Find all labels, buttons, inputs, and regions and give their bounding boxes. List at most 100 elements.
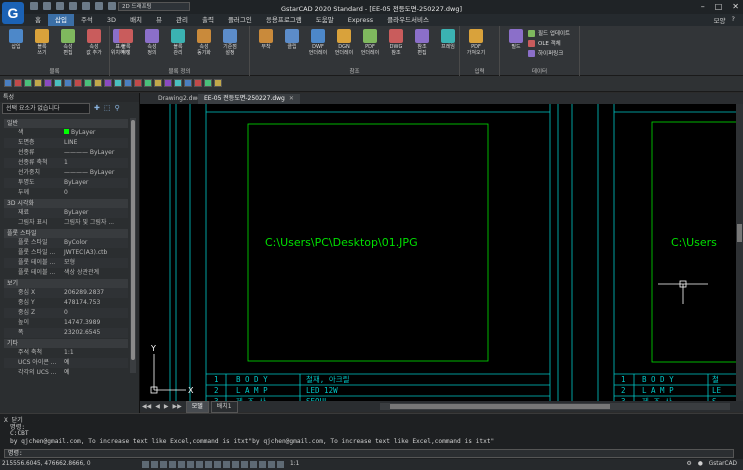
property-section-header[interactable]: 일반	[4, 119, 128, 128]
ribbon-button[interactable]: 프레임	[436, 29, 460, 50]
property-row[interactable]: 그림자 표시 그림자 및 그림자 ...	[4, 218, 128, 228]
quick-select-icon[interactable]: ⚲	[115, 104, 120, 112]
ribbon-tab[interactable]: 3D	[100, 14, 123, 26]
command-input[interactable]: 명령:	[4, 449, 734, 458]
horizontal-scrollbar[interactable]	[380, 403, 730, 410]
status-toggle-icon[interactable]	[160, 461, 167, 468]
toolbar-icon[interactable]	[124, 79, 132, 87]
property-row[interactable]: 플롯 테이블 ... 색상 상관관계	[4, 268, 128, 278]
toolbar-icon[interactable]	[84, 79, 92, 87]
ribbon-button[interactable]: 부착	[254, 29, 278, 50]
property-row[interactable]: 높이 14747.3989	[4, 318, 128, 328]
property-row[interactable]: 중심 Y 478174.753	[4, 298, 128, 308]
property-section-header[interactable]: 보기	[4, 279, 128, 288]
ribbon-tab[interactable]: 뷰	[149, 14, 169, 26]
toolbar-icon[interactable]	[114, 79, 122, 87]
status-toggle-icon[interactable]	[241, 461, 248, 468]
toolbar-icon[interactable]	[104, 79, 112, 87]
ribbon-button[interactable]: 속성 정의	[140, 29, 164, 56]
toolbar-icon[interactable]	[204, 79, 212, 87]
help-icon[interactable]: ?	[732, 15, 735, 25]
toolbar-icon[interactable]	[214, 79, 222, 87]
status-toggle-icon[interactable]	[187, 461, 194, 468]
toolbar-icon[interactable]	[64, 79, 72, 87]
settings-icon[interactable]: ⚙	[687, 459, 692, 470]
ribbon-button[interactable]: DWG 참조	[384, 29, 408, 56]
status-toggle-icon[interactable]	[142, 461, 149, 468]
property-row[interactable]: 주석 축척 1:1	[4, 348, 128, 358]
layout-tab[interactable]: 배치1	[210, 400, 238, 413]
toolbar-icon[interactable]	[194, 79, 202, 87]
status-toggle-icon[interactable]	[214, 461, 221, 468]
status-toggle-icon[interactable]	[268, 461, 275, 468]
prev-tab-icon[interactable]: ◀	[153, 403, 162, 410]
document-tab[interactable]: EE-05 전등도면-250227.dwg ✕	[198, 94, 300, 104]
toolbar-icon[interactable]	[134, 79, 142, 87]
ribbon-tab[interactable]: 주석	[74, 14, 100, 26]
first-tab-icon[interactable]: ◀◀	[140, 403, 153, 410]
layout-tab[interactable]: 모델	[185, 400, 209, 413]
property-row[interactable]: 중심 X 206289.2837	[4, 288, 128, 298]
notification-icon[interactable]: ●	[698, 459, 703, 470]
maximize-icon[interactable]: □	[715, 2, 723, 11]
property-row[interactable]: 재료 ByLayer	[4, 208, 128, 218]
ribbon-tab[interactable]: 배치	[123, 14, 149, 26]
drawing-canvas[interactable]: C:\Users\PC\Desktop\01.JPG C:\Users 1 B O…	[140, 104, 736, 401]
status-toggle-icon[interactable]	[250, 461, 257, 468]
ribbon-tab[interactable]: 출력	[195, 14, 221, 26]
close-icon[interactable]: ✕	[732, 2, 739, 11]
property-row[interactable]: 투명도 ByLayer	[4, 178, 128, 188]
toolbar-icon[interactable]	[24, 79, 32, 87]
status-toggle-icon[interactable]	[196, 461, 203, 468]
property-row[interactable]: 각각의 UCS ... 예	[4, 368, 128, 378]
property-row[interactable]: UCS 아이콘 ... 예	[4, 358, 128, 368]
minimize-icon[interactable]: –	[701, 2, 705, 11]
toolbar-icon[interactable]	[14, 79, 22, 87]
toolbar-icon[interactable]	[74, 79, 82, 87]
ribbon-tab[interactable]: 응용프로그램	[259, 14, 309, 26]
status-toggle-icon[interactable]	[259, 461, 266, 468]
property-row[interactable]: 도면층 LINE	[4, 138, 128, 148]
property-row[interactable]: 플롯 스타일 ... JWTEC(A3).ctb	[4, 248, 128, 258]
ribbon-button[interactable]: 블록 작성	[114, 29, 138, 56]
toolbar-icon[interactable]	[4, 79, 12, 87]
status-toggle-icon[interactable]	[223, 461, 230, 468]
ribbon-tab[interactable]: 홈	[28, 14, 48, 26]
status-toggle-icon[interactable]	[277, 461, 284, 468]
status-toggle-icon[interactable]	[169, 461, 176, 468]
ribbon-button[interactable]: 삽입	[4, 29, 28, 50]
property-section-header[interactable]: 3D 시각화	[4, 199, 128, 208]
property-row[interactable]: 플롯 스타일 ByColor	[4, 238, 128, 248]
next-tab-icon[interactable]: ▶	[162, 403, 171, 410]
property-section-header[interactable]: 플롯 스타일	[4, 229, 128, 238]
status-toggle-icon[interactable]	[232, 461, 239, 468]
ribbon-button[interactable]: 속성 값 추가	[82, 29, 106, 56]
property-row[interactable]: 선가중치 ———— ByLayer	[4, 168, 128, 178]
property-row[interactable]: 색 ByLayer	[4, 128, 128, 138]
toolbar-icon[interactable]	[34, 79, 42, 87]
ribbon-button[interactable]: DGN 언더레이	[332, 29, 356, 56]
close-icon[interactable]: ✕	[289, 95, 294, 102]
property-row[interactable]: 폭 23202.6545	[4, 328, 128, 338]
toolbar-icon[interactable]	[94, 79, 102, 87]
toolbar-icon[interactable]	[184, 79, 192, 87]
ribbon-button[interactable]: 클립	[280, 29, 304, 50]
status-toggle-icon[interactable]	[151, 461, 158, 468]
status-toggle-icon[interactable]	[205, 461, 212, 468]
ribbon-tab[interactable]: 삽입	[47, 14, 74, 26]
ribbon-button[interactable]: PDF 가져오기	[464, 29, 488, 56]
toolbar-icon[interactable]	[144, 79, 152, 87]
ribbon-small-button[interactable]: OLE 객체	[528, 39, 561, 47]
properties-scrollbar[interactable]	[130, 118, 136, 373]
ribbon-button[interactable]: 속성 동기화	[192, 29, 216, 56]
vertical-scrollbar[interactable]	[736, 104, 743, 401]
select-objects-icon[interactable]: ⬚	[104, 104, 111, 112]
ribbon-tab[interactable]: Express	[341, 14, 380, 26]
ribbon-tab[interactable]: 플러그인	[221, 14, 259, 26]
ribbon-button[interactable]: 참조 편집	[410, 29, 434, 56]
ribbon-small-button[interactable]: 필드 업데이트	[528, 29, 570, 37]
ribbon-tab[interactable]: 관리	[169, 14, 195, 26]
toolbar-icon[interactable]	[154, 79, 162, 87]
toolbar-icon[interactable]	[44, 79, 52, 87]
toolbar-icon[interactable]	[54, 79, 62, 87]
